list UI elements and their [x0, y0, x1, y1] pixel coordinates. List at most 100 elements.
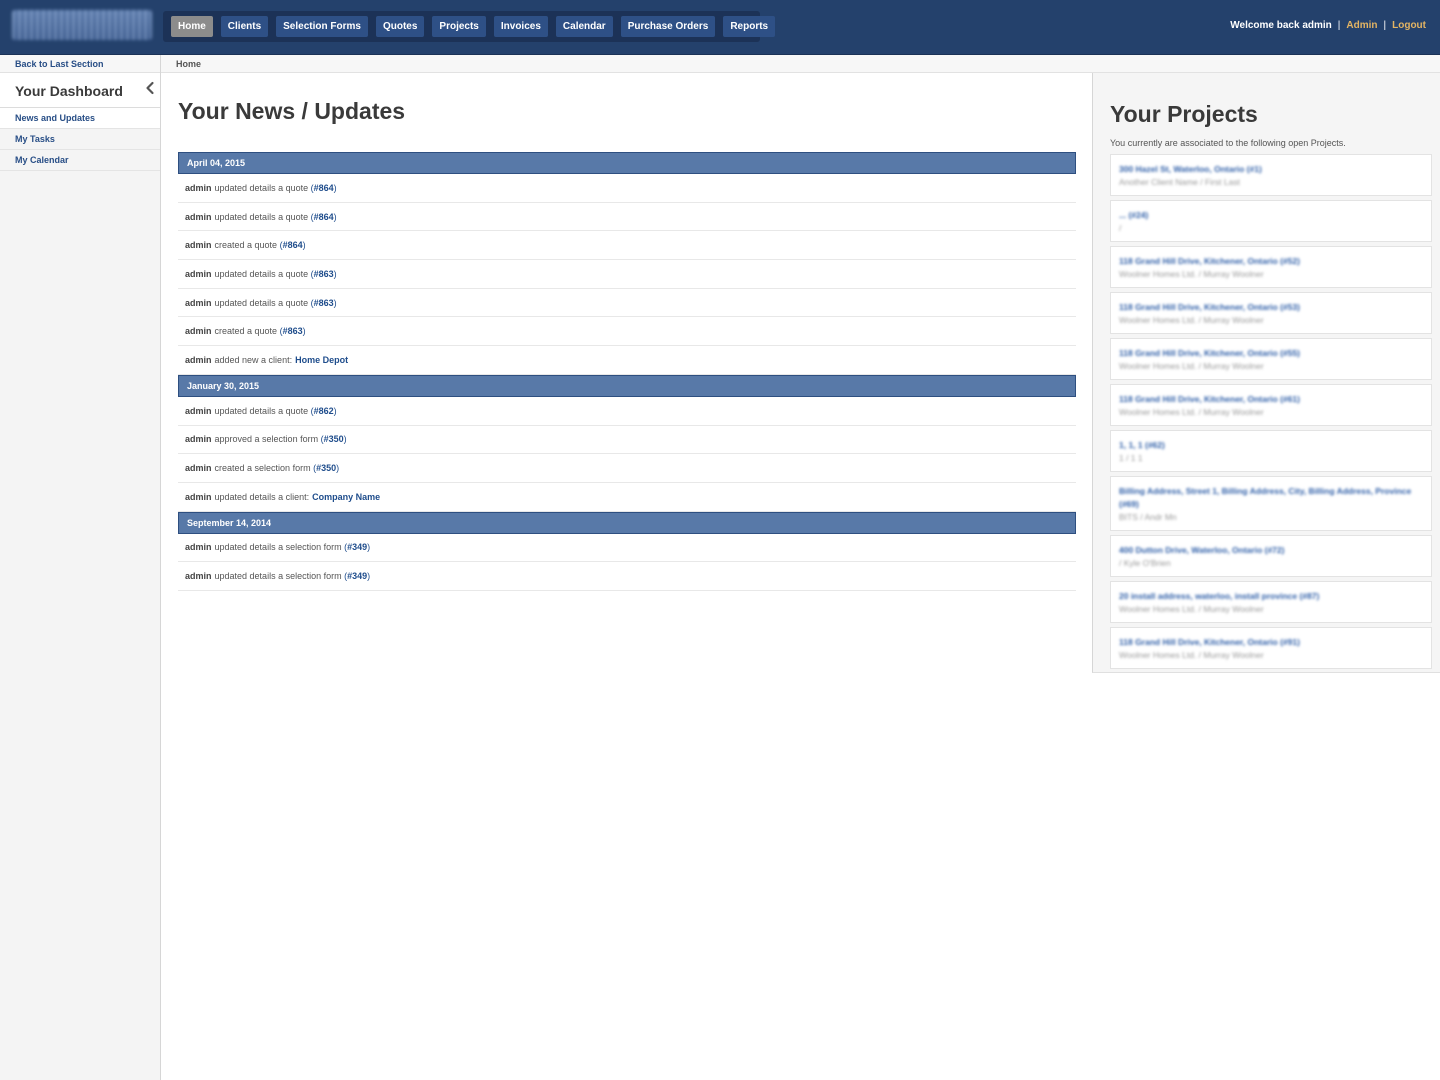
news-actor: admin [185, 491, 212, 502]
project-name-link[interactable]: 118 Grand Hill Drive, Kitchener, Ontario… [1119, 347, 1423, 360]
news-item: admin created a quote (#864) [178, 231, 1076, 261]
project-card[interactable]: 118 Grand Hill Drive, Kitchener, Ontario… [1110, 627, 1432, 669]
project-name-link[interactable]: 1, 1, 1 (#62) [1119, 439, 1423, 452]
news-ref-link[interactable]: #863 [314, 298, 334, 308]
news-actor: admin [185, 463, 212, 474]
news-action: updated details a client: [214, 491, 310, 502]
news-item: admin approved a selection form (#350) [178, 426, 1076, 455]
project-card[interactable]: 300 Hazel St, Waterloo, Ontario (#1) Anot… [1110, 154, 1432, 196]
news-action: updated details a selection form [214, 571, 342, 582]
news-ref-link[interactable]: #862 [314, 406, 334, 416]
project-card[interactable]: 118 Grand Hill Drive, Kitchener, Ontario… [1110, 338, 1432, 380]
logout-link[interactable]: Logout [1392, 20, 1426, 31]
news-item: admin added new a client: Home Depot [178, 346, 1076, 375]
news-item: admin updated details a quote (#864) [178, 203, 1076, 232]
news-client-link[interactable]: Home Depot [295, 355, 348, 365]
news-ref-link[interactable]: #349 [347, 542, 367, 552]
news-action: updated details a quote [214, 405, 309, 416]
news-ref-link[interactable]: #864 [283, 240, 303, 250]
news-action: added new a client: [214, 354, 293, 365]
news-actor: admin [185, 182, 212, 193]
news-action: updated details a selection form [214, 542, 342, 553]
project-name-link[interactable]: 300 Hazel St, Waterloo, Ontario (#1) [1119, 163, 1423, 176]
project-card[interactable]: ... (#24) / [1110, 200, 1432, 242]
news-item: admin updated details a client: Company Na… [178, 483, 1076, 512]
news-ref-link[interactable]: #349 [347, 571, 367, 581]
news-actor: admin [185, 268, 212, 279]
news-ref-link[interactable]: #863 [314, 269, 334, 279]
news-actor: admin [185, 297, 212, 308]
project-card[interactable]: Billing Address, Street 1, Billing Addre… [1110, 476, 1432, 531]
nav-reports[interactable]: Reports [723, 16, 776, 37]
nav-home[interactable]: Home [171, 16, 213, 37]
nav-projects[interactable]: Projects [432, 16, 486, 37]
news-ref-link[interactable]: #350 [316, 463, 336, 473]
project-name-link[interactable]: ... (#24) [1119, 209, 1423, 222]
project-client: Woolner Homes Ltd. / Murray Woolner [1119, 269, 1264, 279]
project-name-link[interactable]: Billing Address, Street 1, Billing Addre… [1119, 485, 1423, 511]
project-client: Woolner Homes Ltd. / Murray Woolner [1119, 407, 1264, 417]
sidebar-item-my-tasks[interactable]: My Tasks [0, 129, 160, 150]
news-actor: admin [185, 405, 212, 416]
news-action: created a quote [214, 326, 278, 337]
news-action: created a quote [214, 240, 278, 251]
news-ref-link[interactable]: #864 [314, 212, 334, 222]
news-ref-link[interactable]: #863 [283, 326, 303, 336]
project-client: 1 / 1 1 [1119, 453, 1143, 463]
project-name-link[interactable]: 118 Grand Hill Drive, Kitchener, Ontario… [1119, 393, 1423, 406]
nav-calendar[interactable]: Calendar [555, 16, 613, 37]
news-item: admin updated details a quote (#863) [178, 289, 1076, 318]
news-item: admin updated details a quote (#863) [178, 260, 1076, 289]
project-name-link[interactable]: 20 install address, waterloo, install pr… [1119, 590, 1423, 603]
back-to-last-section-link[interactable]: Back to Last Section [0, 55, 160, 73]
news-panel: Your News / Updates April 04, 2015 admin u… [178, 98, 1076, 591]
projects-subtitle: You currently are associated to the foll… [1110, 138, 1346, 148]
project-name-link[interactable]: 118 Grand Hill Drive, Kitchener, Ontario… [1119, 301, 1423, 314]
date-header: April 04, 2015 [178, 152, 1076, 174]
admin-link[interactable]: Admin [1346, 20, 1377, 31]
main-nav: Home Clients Selection Forms Quotes Proj… [163, 11, 776, 42]
news-item: admin updated details a selection form (#… [178, 562, 1076, 591]
news-actor: admin [185, 211, 212, 222]
project-client: / Kyle O'Brien [1119, 558, 1171, 568]
breadcrumb[interactable]: Home [176, 59, 201, 69]
project-card[interactable]: 400 Dutton Drive, Waterloo, Ontario (#72… [1110, 535, 1432, 577]
project-card[interactable]: 20 install address, waterloo, install pr… [1110, 581, 1432, 623]
sidebar-item-news-and-updates[interactable]: News and Updates [0, 108, 160, 129]
news-actor: admin [185, 326, 212, 337]
project-name-link[interactable]: 400 Dutton Drive, Waterloo, Ontario (#72… [1119, 544, 1423, 557]
news-item: admin updated details a quote (#864) [178, 174, 1076, 203]
breadcrumb-bar: Home [161, 55, 1440, 73]
news-client-link[interactable]: Company Name [312, 492, 380, 502]
sidebar-item-my-calendar[interactable]: My Calendar [0, 150, 160, 171]
project-client: Another Client Name / First Last [1119, 177, 1240, 187]
news-list: April 04, 2015 admin updated details a quo… [178, 152, 1076, 591]
project-name-link[interactable]: 118 Grand Hill Drive, Kitchener, Ontario… [1119, 255, 1423, 268]
date-header: September 14, 2014 [178, 511, 1076, 534]
news-action: updated details a quote [214, 182, 309, 193]
nav-quotes[interactable]: Quotes [375, 16, 425, 37]
news-actor: admin [185, 571, 212, 582]
project-client: Woolner Homes Ltd. / Murray Woolner [1119, 361, 1264, 371]
project-card[interactable]: 118 Grand Hill Drive, Kitchener, Ontario… [1110, 292, 1432, 334]
news-actor: admin [185, 354, 212, 365]
nav-clients[interactable]: Clients [220, 16, 269, 37]
project-client: Woolner Homes Ltd. / Murray Woolner [1119, 604, 1264, 614]
company-logo[interactable] [12, 10, 152, 40]
news-action: approved a selection form [214, 434, 319, 445]
nav-purchase-orders[interactable]: Purchase Orders [620, 16, 716, 37]
top-bar: Home Clients Selection Forms Quotes Proj… [0, 0, 1440, 55]
project-card[interactable]: 1, 1, 1 (#62) 1 / 1 1 [1110, 430, 1432, 472]
news-ref-link[interactable]: #350 [324, 434, 344, 444]
news-item: admin created a selection form (#350) [178, 454, 1076, 483]
separator: | [1337, 20, 1341, 31]
nav-invoices[interactable]: Invoices [493, 16, 548, 37]
chevron-left-icon[interactable] [144, 81, 156, 95]
project-card[interactable]: 118 Grand Hill Drive, Kitchener, Ontario… [1110, 384, 1432, 426]
project-card[interactable]: 118 Grand Hill Drive, Kitchener, Ontario… [1110, 246, 1432, 288]
date-header: January 30, 2015 [178, 374, 1076, 397]
project-name-link[interactable]: 118 Grand Hill Drive, Kitchener, Ontario… [1119, 636, 1423, 649]
news-ref-link[interactable]: #864 [314, 183, 334, 193]
projects-panel: Your Projects You currently are associat… [1092, 73, 1440, 673]
nav-selection-forms[interactable]: Selection Forms [276, 16, 368, 37]
